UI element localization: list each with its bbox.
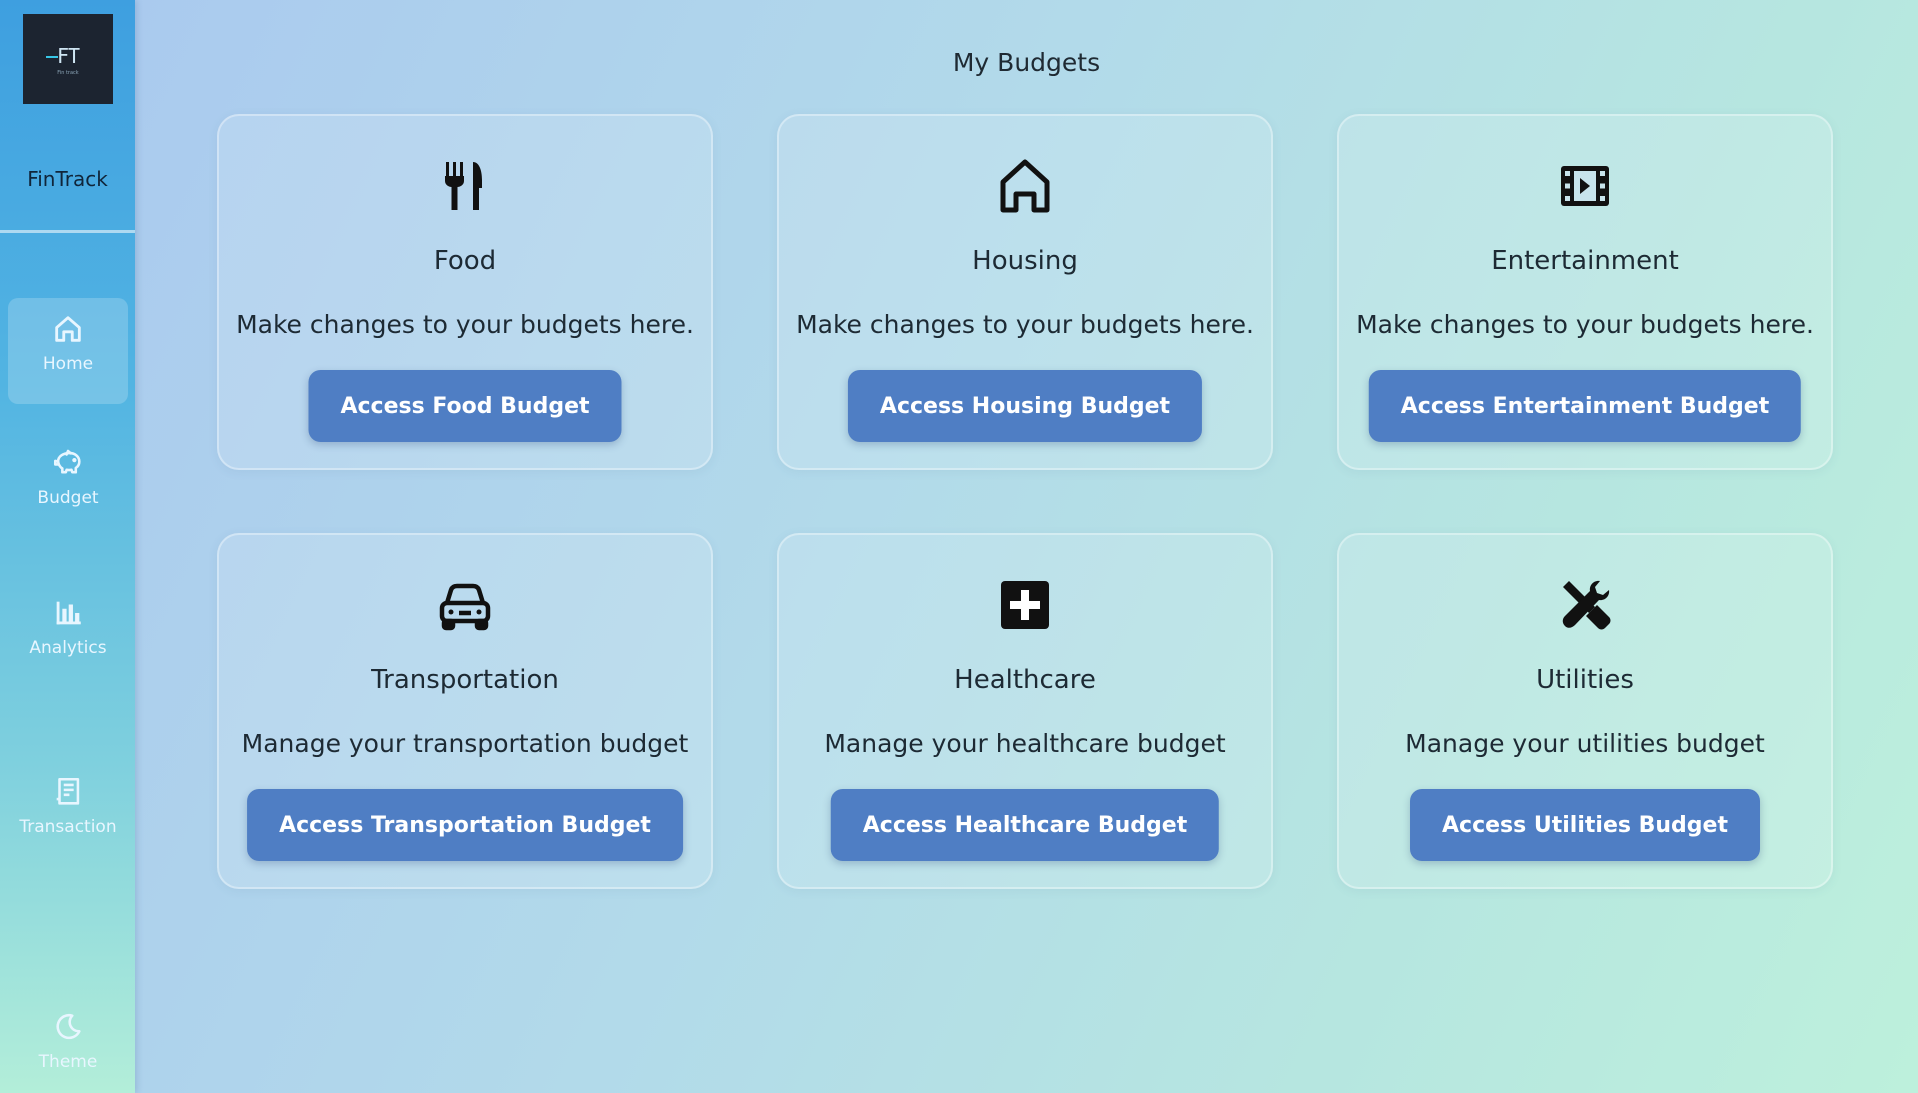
logo-mark: FT [56,44,80,68]
card-title: Housing [972,246,1078,276]
nav-item-transaction[interactable]: Transaction [8,775,128,839]
medical-cross-icon [779,573,1271,637]
sidebar: FT Fin track FinTrack Home Budget Analyt… [0,0,135,1093]
budget-card-food: Food Make changes to your budgets here. … [217,114,713,470]
piggy-bank-icon [53,449,81,474]
budget-card-utilities: Utilities Manage your utilities budget A… [1337,533,1833,889]
app-root: FT Fin track FinTrack Home Budget Analyt… [0,0,1918,1093]
nav-label-transaction: Transaction [19,817,117,837]
card-description: Make changes to your budgets here. [236,310,694,339]
access-entertainment-budget-button[interactable]: Access Entertainment Budget [1368,370,1802,442]
card-title: Transportation [371,665,559,695]
nav-label-theme: Theme [38,1052,98,1072]
card-title: Food [433,246,497,276]
card-description: Manage your utilities budget [1405,729,1765,758]
film-icon [1339,154,1831,218]
access-transportation-budget-button[interactable]: Access Transportation Budget [247,789,683,861]
card-title: Utilities [1536,665,1634,695]
nav-item-home[interactable]: Home [8,298,128,404]
nav-item-analytics[interactable]: Analytics [8,596,128,660]
budget-card-transportation: Transportation Manage your transportatio… [217,533,713,889]
app-logo[interactable]: FT Fin track [23,14,113,104]
brand-name: FinTrack [27,167,108,191]
theme-toggle[interactable]: Theme [8,1010,128,1074]
tools-icon [1339,573,1831,637]
budget-card-housing: Housing Make changes to your budgets her… [777,114,1273,470]
budget-card-healthcare: Healthcare Manage your healthcare budget… [777,533,1273,889]
access-housing-budget-button[interactable]: Access Housing Budget [847,370,1203,442]
access-utilities-budget-button[interactable]: Access Utilities Budget [1410,789,1760,861]
logo-tagline: Fin track [57,70,79,76]
nav-item-budget[interactable]: Budget [8,446,128,510]
sidebar-divider [0,230,135,233]
card-title: Entertainment [1491,246,1679,276]
receipt-icon [56,777,80,805]
home-icon [55,316,81,342]
house-icon [779,154,1271,218]
card-title: Healthcare [954,665,1096,695]
access-healthcare-budget-button[interactable]: Access Healthcare Budget [830,789,1220,861]
nav-label-home: Home [42,354,94,374]
card-description: Make changes to your budgets here. [1356,310,1814,339]
nav-label-budget: Budget [37,488,99,508]
moon-icon [56,1013,81,1040]
budget-card-entertainment: Entertainment Make changes to your budge… [1337,114,1833,470]
fork-knife-icon [219,154,711,218]
car-icon [219,573,711,637]
card-description: Manage your transportation budget [241,729,689,758]
card-description: Manage your healthcare budget [824,729,1226,758]
page-title: My Budgets [952,48,1101,77]
bar-chart-icon [56,601,81,625]
card-description: Make changes to your budgets here. [796,310,1254,339]
access-food-budget-button[interactable]: Access Food Budget [308,370,622,442]
nav-label-analytics: Analytics [29,638,107,658]
